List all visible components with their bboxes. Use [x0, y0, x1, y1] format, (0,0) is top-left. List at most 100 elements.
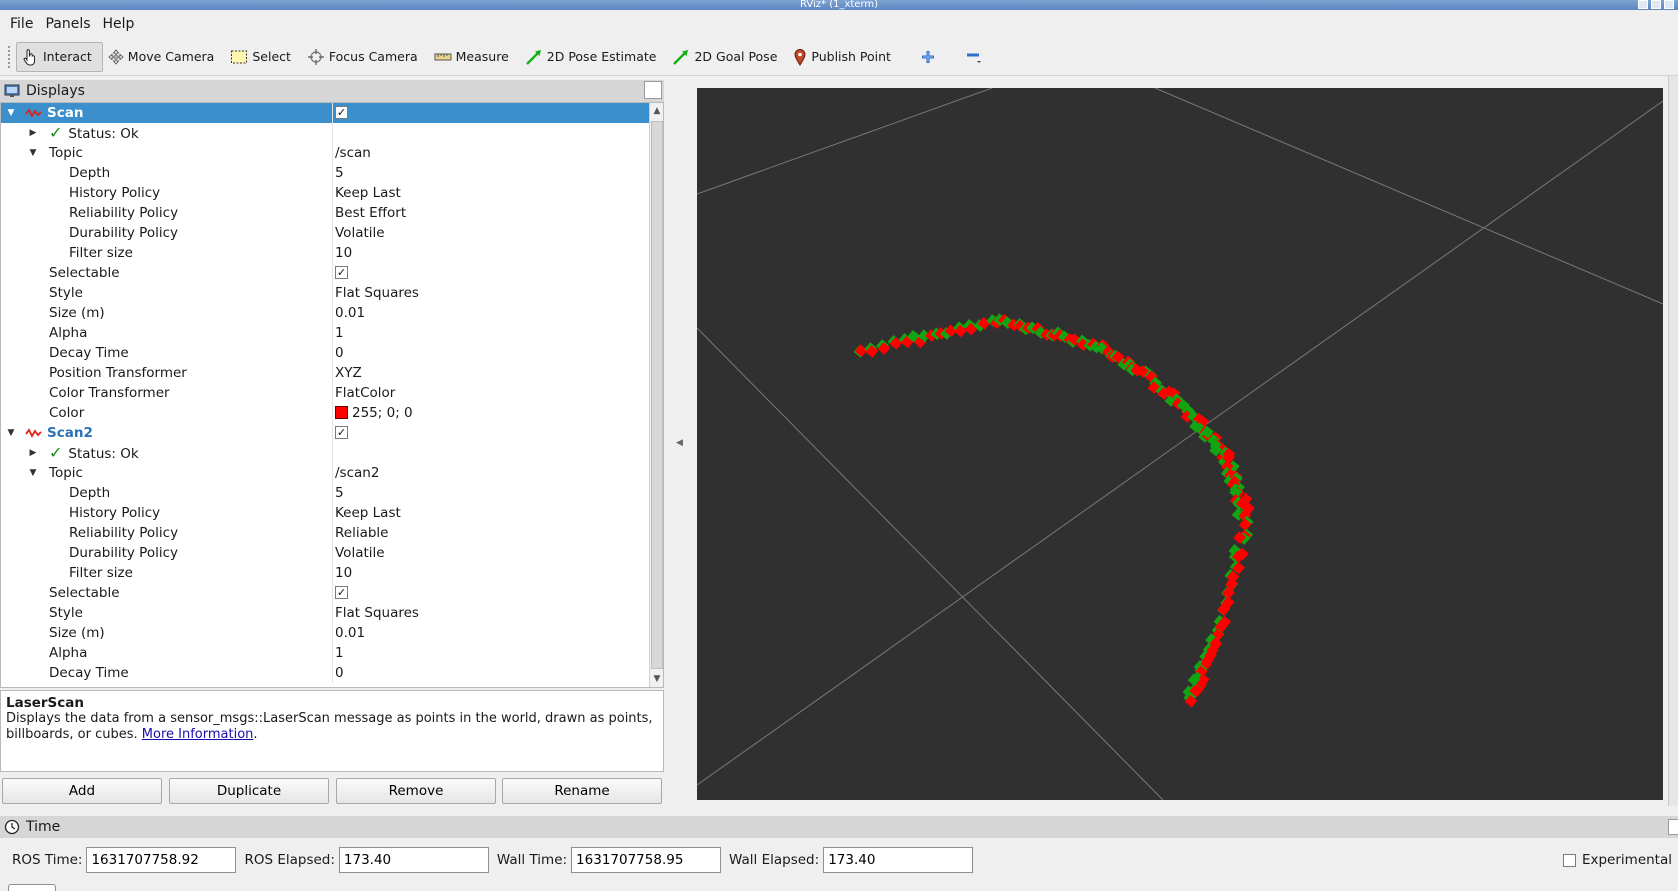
property-value-cell[interactable]: 255; 0; 0: [335, 403, 413, 423]
property-row[interactable]: Durability Policy Volatile: [1, 543, 649, 563]
property-row[interactable]: Color 255; 0; 0: [1, 403, 649, 423]
property-row[interactable]: Alpha 1: [1, 323, 649, 343]
scroll-down-arrow-icon[interactable]: ▼: [650, 671, 663, 687]
property-row[interactable]: Style Flat Squares: [1, 603, 649, 623]
scan-render-canvas[interactable]: [697, 88, 1663, 800]
property-value-cell[interactable]: 5: [335, 483, 344, 503]
property-row[interactable]: Position Transformer XYZ: [1, 363, 649, 383]
panel-splitter[interactable]: ◀: [666, 80, 696, 810]
property-value-cell[interactable]: /scan2: [335, 463, 379, 483]
property-row[interactable]: ▶ ✓ Status: Ok: [1, 443, 649, 463]
tool-publish-point[interactable]: Publish Point: [788, 42, 902, 72]
property-row[interactable]: Decay Time 0: [1, 343, 649, 363]
property-row[interactable]: Filter size 10: [1, 563, 649, 583]
more-information-link[interactable]: More Information: [142, 727, 254, 742]
expanded-arrow-icon[interactable]: ▼: [27, 463, 39, 483]
wall-elapsed-field[interactable]: [823, 847, 974, 873]
tool-interact[interactable]: Interact: [16, 41, 103, 72]
remove-tool-button[interactable]: [954, 42, 994, 72]
expanded-arrow-icon[interactable]: ▼: [27, 143, 39, 163]
property-row[interactable]: Selectable ✓: [1, 583, 649, 603]
property-value-cell[interactable]: 5: [335, 163, 344, 183]
expanded-arrow-icon[interactable]: ▼: [5, 103, 17, 123]
3d-render-view[interactable]: [697, 88, 1663, 800]
property-value-cell[interactable]: 0.01: [335, 303, 365, 323]
property-value-cell[interactable]: Flat Squares: [335, 283, 419, 303]
ros-elapsed-field[interactable]: [338, 847, 489, 873]
tool-2d-goal-pose[interactable]: 2D Goal Pose: [667, 42, 788, 72]
property-value-cell[interactable]: 10: [335, 563, 352, 583]
property-value-cell[interactable]: ✓: [335, 103, 348, 123]
add-tool-button[interactable]: [902, 42, 954, 72]
property-row[interactable]: Depth 5: [1, 163, 649, 183]
menu-help[interactable]: Help: [97, 16, 141, 32]
scroll-thumb[interactable]: [651, 121, 663, 669]
remove-button[interactable]: Remove: [336, 778, 496, 804]
property-row[interactable]: History Policy Keep Last: [1, 503, 649, 523]
property-value-cell[interactable]: ✓: [335, 263, 348, 283]
toolbar-grip[interactable]: [8, 45, 12, 68]
time-panel-float-toggle[interactable]: [1668, 819, 1678, 835]
expanded-arrow-icon[interactable]: ▼: [5, 423, 17, 443]
property-row[interactable]: Filter size 10: [1, 243, 649, 263]
property-value-cell[interactable]: Reliable: [335, 523, 388, 543]
property-row[interactable]: Selectable ✓: [1, 263, 649, 283]
displays-scrollbar[interactable]: ▲ ▼: [649, 103, 663, 687]
menu-file[interactable]: File: [4, 16, 39, 32]
property-row[interactable]: ▼ Topic/scan: [1, 143, 649, 163]
property-row[interactable]: Size (m) 0.01: [1, 623, 649, 643]
property-value-cell[interactable]: 10: [335, 243, 352, 263]
collapse-left-arrow-icon[interactable]: ◀: [676, 438, 683, 448]
display-row[interactable]: ▼ Scan ✓: [1, 103, 649, 123]
property-value-cell[interactable]: ✓: [335, 583, 348, 603]
color-swatch[interactable]: [335, 405, 348, 419]
tool-move-camera[interactable]: Move Camera: [103, 42, 226, 72]
property-value-cell[interactable]: Volatile: [335, 543, 385, 563]
property-value-cell[interactable]: Best Effort: [335, 203, 406, 223]
enabled-checkbox[interactable]: ✓: [335, 585, 348, 599]
property-row[interactable]: Size (m) 0.01: [1, 303, 649, 323]
property-value-cell[interactable]: 1: [335, 323, 344, 343]
rename-button[interactable]: Rename: [502, 778, 662, 804]
property-row[interactable]: Color Transformer FlatColor: [1, 383, 649, 403]
display-row[interactable]: ▼ Scan2 ✓: [1, 423, 649, 443]
add-button[interactable]: Add: [2, 778, 162, 804]
property-row[interactable]: Reliability Policy Best Effort: [1, 203, 649, 223]
property-value-cell[interactable]: Keep Last: [335, 503, 401, 523]
collapsed-arrow-icon[interactable]: ▶: [27, 123, 39, 143]
property-row[interactable]: Reliability Policy Reliable: [1, 523, 649, 543]
property-value-cell[interactable]: XYZ: [335, 363, 362, 383]
maximize-window-icon[interactable]: [1651, 0, 1661, 9]
property-row[interactable]: History Policy Keep Last: [1, 183, 649, 203]
panel-float-toggle[interactable]: [644, 81, 662, 99]
tool-focus-camera[interactable]: Focus Camera: [302, 42, 429, 72]
enabled-checkbox[interactable]: ✓: [335, 425, 348, 439]
enabled-checkbox[interactable]: ✓: [335, 105, 348, 119]
property-value-cell[interactable]: ✓: [335, 423, 348, 443]
property-row[interactable]: ▶ ✓ Status: Ok: [1, 123, 649, 143]
property-value-cell[interactable]: 0.01: [335, 623, 365, 643]
menu-panels[interactable]: Panels: [39, 16, 96, 32]
minimize-window-icon[interactable]: [1638, 0, 1648, 9]
property-row[interactable]: Alpha 1: [1, 643, 649, 663]
experimental-toggle[interactable]: Experimental: [1562, 852, 1672, 868]
property-value-cell[interactable]: 0: [335, 343, 344, 363]
property-value-cell[interactable]: 1: [335, 643, 344, 663]
property-value-cell[interactable]: Volatile: [335, 223, 385, 243]
property-value-cell[interactable]: /scan: [335, 143, 371, 163]
reset-button[interactable]: [8, 884, 56, 891]
wall-time-field[interactable]: [571, 847, 722, 873]
property-row[interactable]: Durability Policy Volatile: [1, 223, 649, 243]
tool-select[interactable]: Select: [225, 42, 302, 72]
duplicate-button[interactable]: Duplicate: [169, 778, 329, 804]
displays-tree[interactable]: Decay Time 0 Alpha 1 Size (m) 0.01 Style Flat S…: [0, 102, 664, 688]
property-row[interactable]: ▼ Topic/scan2: [1, 463, 649, 483]
close-window-icon[interactable]: [1664, 0, 1674, 9]
experimental-checkbox[interactable]: [1562, 853, 1576, 867]
scroll-up-arrow-icon[interactable]: ▲: [650, 103, 663, 119]
tool-2d-pose-estimate[interactable]: 2D Pose Estimate: [520, 42, 668, 72]
property-row[interactable]: Decay Time 0: [1, 663, 649, 683]
property-value-cell[interactable]: Keep Last: [335, 183, 401, 203]
tool-measure[interactable]: Measure: [429, 42, 520, 72]
ros-time-field[interactable]: [86, 847, 237, 873]
